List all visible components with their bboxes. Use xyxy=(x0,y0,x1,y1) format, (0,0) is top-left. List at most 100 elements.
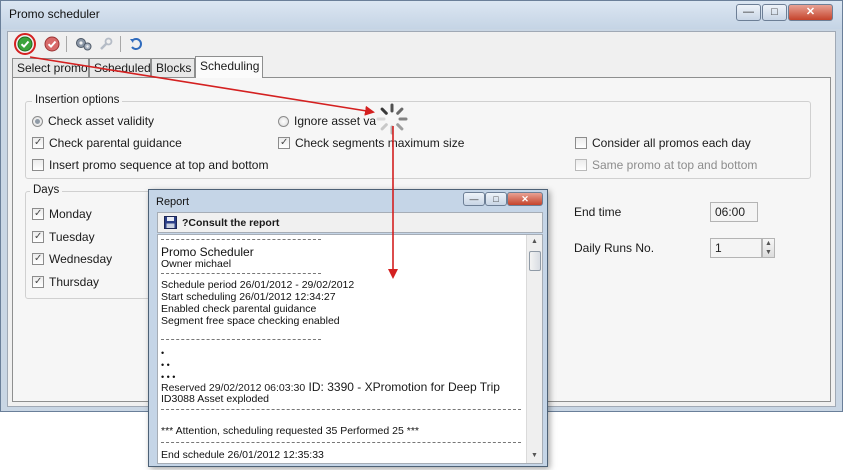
undo-icon xyxy=(130,38,142,50)
tab-label: Blocks xyxy=(156,61,192,75)
checkbox-label: Monday xyxy=(49,207,92,221)
scroll-down-icon[interactable]: ▼ xyxy=(527,449,542,463)
check-parental-guidance-checkbox[interactable]: Check parental guidance xyxy=(32,136,182,150)
report-scrollbar[interactable]: ▲ ▼ xyxy=(526,235,542,463)
close-icon: ✕ xyxy=(805,6,816,18)
report-text-area[interactable]: Promo Scheduler Owner michael Schedule p… xyxy=(157,234,543,464)
report-separator xyxy=(161,442,521,443)
day-wednesday-checkbox[interactable]: Wednesday xyxy=(32,252,112,266)
report-line: Owner michael xyxy=(161,258,232,270)
report-line-part: ID: 3390 - XPromotion for Deep Trip xyxy=(308,380,500,394)
radio-indicator xyxy=(278,115,289,127)
cancel-check-icon xyxy=(44,36,60,52)
report-separator xyxy=(161,273,321,274)
checkbox-indicator xyxy=(32,208,44,220)
stepper-up-icon: ▲ xyxy=(765,240,772,247)
maximize-icon: □ xyxy=(771,6,778,18)
checkbox-label: Insert promo sequence at top and bottom xyxy=(49,158,269,172)
report-line: • • xyxy=(161,360,170,370)
cancel-button[interactable] xyxy=(42,34,62,54)
insertion-options-title: Insertion options xyxy=(32,94,123,106)
report-line: End schedule 26/01/2012 12:35:33 xyxy=(161,449,324,461)
check-asset-validity-radio[interactable]: Check asset validity xyxy=(32,114,154,128)
tool-button-disabled[interactable] xyxy=(96,34,116,54)
consider-all-promos-checkbox[interactable]: Consider all promos each day xyxy=(575,136,751,150)
checkbox-label: Consider all promos each day xyxy=(592,136,751,150)
minimize-icon: — xyxy=(469,194,479,204)
checkbox-indicator xyxy=(32,159,44,171)
end-time-label: End time xyxy=(574,205,622,219)
checkbox-label: Thursday xyxy=(49,275,100,289)
report-line: Reserved 29/02/2012 06:03:30 ID: 3390 - … xyxy=(161,380,500,394)
scrollbar-thumb[interactable] xyxy=(529,251,541,271)
daily-runs-stepper[interactable]: ▲ ▼ xyxy=(762,238,775,258)
tab-scheduling[interactable]: Scheduling xyxy=(195,56,263,78)
minimize-button[interactable]: — xyxy=(736,4,761,21)
report-close-button[interactable]: ✕ xyxy=(507,192,543,206)
wrench-icon xyxy=(100,37,113,50)
checkbox-indicator xyxy=(32,276,44,288)
checkbox-indicator xyxy=(32,253,44,265)
gear-tool-button[interactable] xyxy=(74,34,94,54)
tab-select-promo[interactable]: Select promo xyxy=(12,58,89,77)
checkbox-label: Check parental guidance xyxy=(49,136,182,150)
checkbox-indicator xyxy=(575,159,587,171)
minimize-icon: — xyxy=(743,6,754,18)
day-monday-checkbox[interactable]: Monday xyxy=(32,207,92,221)
end-time-input[interactable]: 06:00 xyxy=(710,202,758,222)
daily-runs-input[interactable]: 1 xyxy=(710,238,762,258)
consult-report-label: ?Consult the report xyxy=(182,216,280,229)
tab-scheduled[interactable]: Scheduled xyxy=(89,58,151,77)
report-line: • xyxy=(161,348,165,358)
toolbar-separator xyxy=(120,36,121,52)
ignore-asset-validity-radio[interactable]: Ignore asset va xyxy=(278,114,376,128)
radio-indicator xyxy=(32,115,43,127)
report-line: Segment free space checking enabled xyxy=(161,315,340,327)
tab-label: Scheduled xyxy=(94,61,151,75)
maximize-button[interactable]: □ xyxy=(762,4,787,21)
checkbox-label: Tuesday xyxy=(49,230,95,244)
report-line: Promo Scheduler xyxy=(161,245,254,259)
report-line: *** Attention, scheduling requested 35 P… xyxy=(161,425,420,437)
day-thursday-checkbox[interactable]: Thursday xyxy=(32,275,99,289)
close-button[interactable]: ✕ xyxy=(788,4,833,21)
check-segments-max-size-checkbox[interactable]: Check segments maximum size xyxy=(278,136,464,150)
report-separator xyxy=(161,339,321,340)
radio-label: Check asset validity xyxy=(48,114,155,128)
checkbox-label: Check segments maximum size xyxy=(295,136,465,150)
same-promo-top-bottom-checkbox[interactable]: Same promo at top and bottom xyxy=(575,158,757,172)
run-scheduling-button[interactable] xyxy=(14,33,36,55)
report-window: Report — □ ✕ ?Consult the report Promo S… xyxy=(148,189,548,467)
report-separator xyxy=(161,239,321,240)
consult-report-button[interactable]: ?Consult the report xyxy=(164,216,279,229)
days-title: Days xyxy=(30,184,63,196)
maximize-icon: □ xyxy=(493,194,499,204)
checkbox-indicator xyxy=(32,231,44,243)
radio-label: Ignore asset va xyxy=(294,114,377,128)
undo-button[interactable] xyxy=(126,34,146,54)
report-maximize-button[interactable]: □ xyxy=(485,192,507,206)
checkbox-label: Same promo at top and bottom xyxy=(592,158,758,172)
tab-label: Select promo xyxy=(17,61,88,75)
gears-icon xyxy=(76,38,92,51)
checkbox-indicator xyxy=(32,137,44,149)
tab-blocks[interactable]: Blocks xyxy=(151,58,195,77)
checkbox-indicator xyxy=(278,137,290,149)
report-minimize-button[interactable]: — xyxy=(463,192,485,206)
checkbox-label: Wednesday xyxy=(49,252,113,266)
toolbar-separator xyxy=(66,36,67,52)
insert-promo-sequence-checkbox[interactable]: Insert promo sequence at top and bottom xyxy=(32,158,268,172)
save-disk-icon xyxy=(164,216,177,229)
loading-spinner-icon xyxy=(376,103,408,135)
confirm-check-icon xyxy=(17,36,33,52)
report-separator xyxy=(161,409,521,410)
scroll-up-icon[interactable]: ▲ xyxy=(527,235,542,249)
report-line: Schedule period 26/01/2012 - 29/02/2012 xyxy=(161,279,355,291)
report-line: Start scheduling 26/01/2012 12:34:27 xyxy=(161,291,336,303)
main-titlebar[interactable]: Promo scheduler — □ ✕ xyxy=(1,1,842,29)
stepper-down-icon: ▼ xyxy=(765,249,772,256)
close-icon: ✕ xyxy=(521,194,529,204)
main-window-title: Promo scheduler xyxy=(9,7,100,21)
day-tuesday-checkbox[interactable]: Tuesday xyxy=(32,230,95,244)
report-line: ID3088 Asset exploded xyxy=(161,393,269,405)
